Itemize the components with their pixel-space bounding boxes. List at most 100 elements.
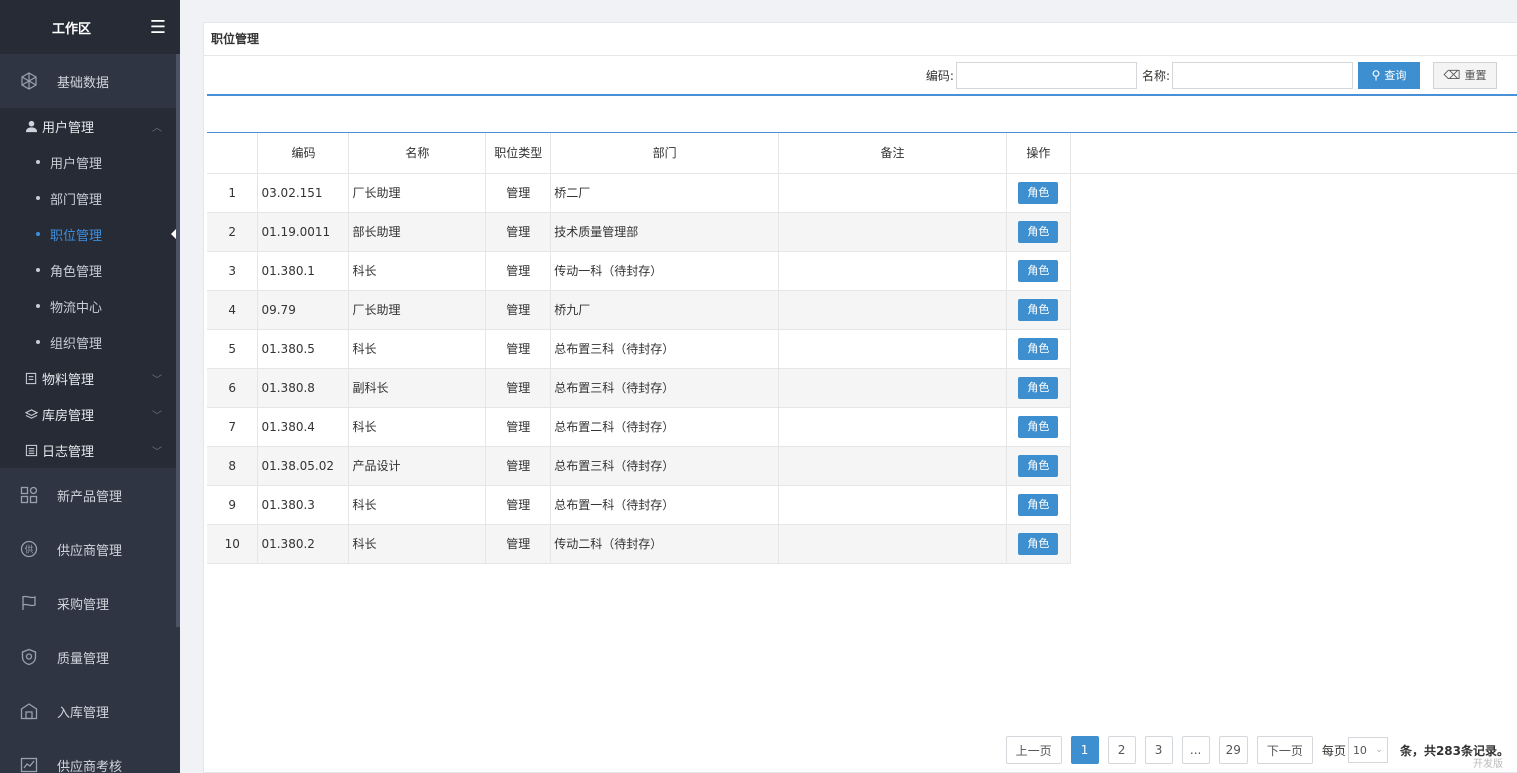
sidebar-item-bottom-5[interactable]: 供应商考核 bbox=[0, 738, 176, 773]
cell-type: 管理 bbox=[485, 329, 552, 369]
sidebar-subitem-0-5[interactable]: 组织管理 bbox=[0, 324, 176, 360]
sidebar-subitem-0-0[interactable]: 用户管理 bbox=[0, 144, 176, 180]
sidebar-item-bottom-4[interactable]: 入库管理 bbox=[0, 684, 176, 738]
row-number: 3 bbox=[207, 251, 259, 291]
sidebar-group-label-wrap: 用户管理 bbox=[24, 117, 94, 136]
page-button-1[interactable]: 2 bbox=[1107, 736, 1136, 764]
cell-dept: 总布置一科（待封存） bbox=[550, 485, 780, 525]
name-input[interactable] bbox=[1172, 61, 1353, 89]
bullet-dot bbox=[36, 304, 40, 308]
menu-toggle-icon[interactable]: ☰ bbox=[150, 17, 166, 38]
page-button-4[interactable]: 29 bbox=[1218, 736, 1248, 764]
table-row[interactable]: 3 01.380.1 科长 管理 传动一科（待封存） 角色 bbox=[207, 251, 1517, 291]
sidebar-subitem-label: 职位管理 bbox=[50, 228, 103, 244]
sidebar-item-label: 基础数据 bbox=[57, 75, 110, 91]
table-row[interactable]: 8 01.38.05.02 产品设计 管理 总布置三科（待封存） 角色 bbox=[207, 446, 1517, 486]
role-button[interactable]: 角色 bbox=[1018, 415, 1059, 438]
cell-dept: 传动一科（待封存） bbox=[550, 251, 780, 291]
column-header-0[interactable] bbox=[207, 133, 259, 174]
role-button[interactable]: 角色 bbox=[1018, 376, 1059, 399]
page-button-3[interactable]: ... bbox=[1181, 736, 1210, 764]
role-button[interactable]: 角色 bbox=[1018, 454, 1059, 477]
column-header-3[interactable]: 职位类型 bbox=[485, 133, 552, 174]
table-row[interactable]: 9 01.380.3 科长 管理 总布置一科（待封存） 角色 bbox=[207, 485, 1517, 525]
code-input[interactable] bbox=[955, 61, 1137, 89]
sidebar-subitem-label: 角色管理 bbox=[50, 264, 103, 280]
sidebar-subitem-0-4[interactable]: 物流中心 bbox=[0, 288, 176, 324]
eraser-icon: ⌫ bbox=[1443, 68, 1461, 82]
cell-remark bbox=[778, 212, 1007, 252]
reset-button[interactable]: ⌫ 重置 bbox=[1433, 61, 1497, 89]
sidebar-group-2[interactable]: 库房管理 ﹀ bbox=[0, 396, 176, 432]
role-button[interactable]: 角色 bbox=[1018, 259, 1059, 282]
sidebar-item-bottom-2[interactable]: 采购管理 bbox=[0, 576, 176, 630]
table-row[interactable]: 4 09.79 厂长助理 管理 桥九厂 角色 bbox=[207, 290, 1517, 330]
toolbar-row bbox=[207, 96, 1517, 133]
name-label: 名称: bbox=[1141, 68, 1170, 83]
search-bar: 编码: 名称: ⚲ 查询 ⌫ 重置 bbox=[207, 56, 1517, 96]
role-button[interactable]: 角色 bbox=[1018, 532, 1059, 555]
grid-icon bbox=[20, 486, 38, 504]
next-page-button[interactable]: 下一页 bbox=[1256, 736, 1313, 764]
chevron-down-icon: ﹀ bbox=[152, 410, 162, 422]
svg-text:供: 供 bbox=[24, 544, 33, 556]
table-row[interactable]: 7 01.380.4 科长 管理 总布置二科（待封存） 角色 bbox=[207, 407, 1517, 447]
sidebar-scrollbar[interactable] bbox=[176, 54, 180, 627]
column-header-6[interactable]: 操作 bbox=[1006, 133, 1071, 174]
sidebar-group-0[interactable]: 用户管理 ︿ bbox=[0, 108, 176, 144]
row-number: 4 bbox=[207, 290, 259, 330]
cell-name: 厂长助理 bbox=[348, 290, 487, 330]
table-row[interactable]: 1 03.02.151 厂长助理 管理 桥二厂 角色 bbox=[207, 173, 1517, 213]
cell-action: 角色 bbox=[1006, 485, 1071, 525]
cell-name: 部长助理 bbox=[348, 212, 487, 252]
per-page-select[interactable]: 10 ⌄ bbox=[1347, 737, 1388, 763]
sidebar-group-label: 物料管理 bbox=[42, 372, 95, 388]
warehouse-icon bbox=[20, 702, 38, 720]
role-button[interactable]: 角色 bbox=[1018, 493, 1059, 516]
sidebar-subitem-label: 组织管理 bbox=[50, 336, 103, 352]
column-header-2[interactable]: 名称 bbox=[348, 133, 487, 174]
role-button[interactable]: 角色 bbox=[1018, 298, 1059, 321]
query-button[interactable]: ⚲ 查询 bbox=[1358, 61, 1420, 89]
cell-dept: 传动二科（待封存） bbox=[550, 524, 780, 564]
sidebar-item-top-0[interactable]: 基础数据 bbox=[0, 54, 176, 108]
sidebar-subitem-0-2[interactable]: 职位管理 bbox=[0, 216, 176, 252]
sidebar-item-bottom-1[interactable]: 供 供应商管理 bbox=[0, 522, 176, 576]
row-number: 9 bbox=[207, 485, 259, 525]
role-button[interactable]: 角色 bbox=[1018, 181, 1059, 204]
column-header-1[interactable]: 编码 bbox=[257, 133, 350, 174]
row-filler bbox=[1070, 329, 1517, 368]
cell-name: 副科长 bbox=[348, 368, 487, 408]
sidebar-subitem-0-3[interactable]: 角色管理 bbox=[0, 252, 176, 288]
sidebar-group-1[interactable]: 物料管理 ﹀ bbox=[0, 360, 176, 396]
role-button[interactable]: 角色 bbox=[1018, 337, 1059, 360]
cell-code: 01.380.5 bbox=[257, 329, 350, 369]
cell-remark bbox=[778, 446, 1007, 486]
page-button-2[interactable]: 3 bbox=[1144, 736, 1173, 764]
prev-page-button[interactable]: 上一页 bbox=[1005, 736, 1062, 764]
sidebar-group-label-wrap: 日志管理 bbox=[24, 441, 94, 460]
table-row[interactable]: 6 01.380.8 副科长 管理 总布置三科（待封存） 角色 bbox=[207, 368, 1517, 408]
cell-name: 科长 bbox=[348, 407, 487, 447]
sidebar-subitem-0-1[interactable]: 部门管理 bbox=[0, 180, 176, 216]
layers-icon bbox=[24, 407, 38, 421]
table-row[interactable]: 10 01.380.2 科长 管理 传动二科（待封存） 角色 bbox=[207, 524, 1517, 564]
sidebar-item-bottom-0[interactable]: 新产品管理 bbox=[0, 468, 176, 522]
column-header-4[interactable]: 部门 bbox=[550, 133, 780, 174]
column-header-5[interactable]: 备注 bbox=[778, 133, 1007, 174]
cell-remark bbox=[778, 251, 1007, 291]
cell-name: 科长 bbox=[348, 251, 487, 291]
table-row[interactable]: 5 01.380.5 科长 管理 总布置三科（待封存） 角色 bbox=[207, 329, 1517, 369]
bullet-dot bbox=[36, 232, 40, 236]
sidebar-group-3[interactable]: 日志管理 ﹀ bbox=[0, 432, 176, 468]
sidebar-item-bottom-3[interactable]: 质量管理 bbox=[0, 630, 176, 684]
sidebar-item-label: 入库管理 bbox=[57, 705, 110, 721]
role-button[interactable]: 角色 bbox=[1018, 220, 1059, 243]
page-button-0[interactable]: 1 bbox=[1070, 736, 1099, 764]
cell-action: 角色 bbox=[1006, 212, 1071, 252]
cell-dept: 桥二厂 bbox=[550, 173, 780, 213]
table-row[interactable]: 2 01.19.0011 部长助理 管理 技术质量管理部 角色 bbox=[207, 212, 1517, 252]
shield-icon bbox=[20, 648, 38, 666]
sidebar-group-label: 日志管理 bbox=[42, 444, 95, 460]
per-page-label: 每页 bbox=[1321, 743, 1346, 758]
